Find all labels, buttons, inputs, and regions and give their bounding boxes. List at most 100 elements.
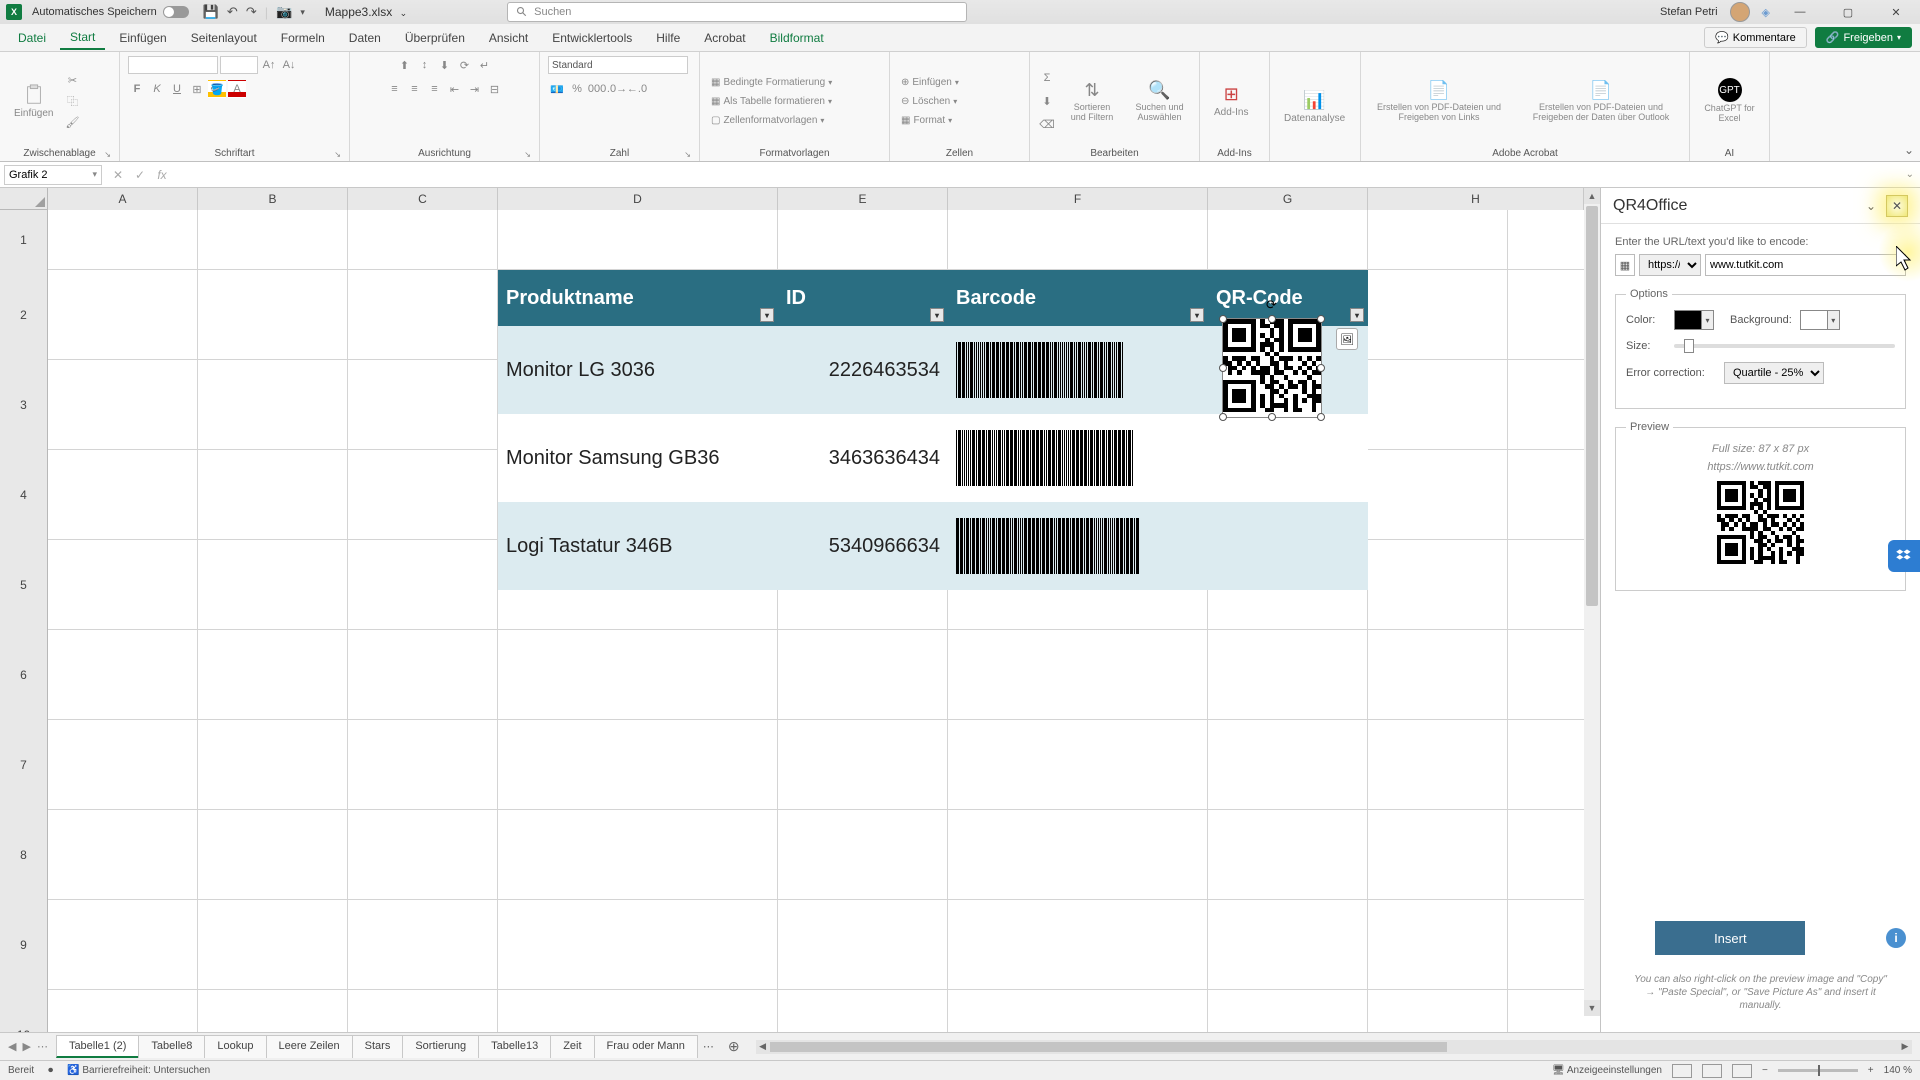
sheet-nav-prev-icon[interactable]: ◀: [8, 1040, 16, 1053]
cell[interactable]: [48, 540, 198, 630]
copy-icon[interactable]: ⿻: [63, 92, 81, 110]
sheet-nav-menu-icon[interactable]: ⋯: [37, 1040, 48, 1053]
zoom-out-icon[interactable]: −: [1762, 1065, 1768, 1076]
zoom-level[interactable]: 140 %: [1884, 1065, 1912, 1076]
protocol-select[interactable]: https://: [1639, 254, 1701, 276]
expand-formula-icon[interactable]: ⌄: [1900, 169, 1920, 180]
horizontal-scrollbar[interactable]: ◀ ▶: [756, 1040, 1912, 1054]
cell[interactable]: [198, 900, 348, 990]
tab-einfuegen[interactable]: Einfügen: [109, 27, 176, 49]
worksheet[interactable]: A B C D E F G H 12345678910 Produktname▾…: [0, 188, 1600, 1032]
cell[interactable]: [498, 810, 778, 900]
tab-bildformat[interactable]: Bildformat: [760, 27, 834, 49]
cell[interactable]: [948, 210, 1208, 270]
cell[interactable]: [1368, 630, 1508, 720]
username[interactable]: Stefan Petri: [1660, 6, 1717, 18]
cell[interactable]: [198, 450, 348, 540]
filter-icon[interactable]: ▾: [1350, 308, 1364, 322]
autosum-icon[interactable]: Σ: [1038, 69, 1056, 87]
dropbox-side-button[interactable]: [1888, 540, 1920, 572]
taskpane-dropdown-icon[interactable]: ⌄: [1860, 195, 1882, 217]
align-right-icon[interactable]: ≡: [426, 80, 444, 98]
cell[interactable]: [48, 900, 198, 990]
cell[interactable]: [948, 900, 1208, 990]
cell[interactable]: [948, 810, 1208, 900]
sheet-tab[interactable]: Frau oder Mann: [594, 1035, 698, 1058]
row-header[interactable]: 1: [0, 210, 48, 270]
cell-id[interactable]: 5340966634: [778, 502, 948, 590]
tab-formeln[interactable]: Formeln: [271, 27, 335, 49]
undo-icon[interactable]: ↶: [227, 4, 238, 20]
cell[interactable]: [48, 990, 198, 1032]
toggle-switch[interactable]: [163, 6, 189, 18]
increase-decimal-icon[interactable]: .0→: [608, 80, 626, 98]
sheet-tab[interactable]: Lookup: [204, 1035, 266, 1058]
increase-font-icon[interactable]: A↑: [260, 56, 278, 74]
tab-ansicht[interactable]: Ansicht: [479, 27, 538, 49]
merge-icon[interactable]: ⊟: [486, 80, 504, 98]
cell[interactable]: [1368, 720, 1508, 810]
cell[interactable]: [778, 900, 948, 990]
cell[interactable]: [1368, 810, 1508, 900]
col-header-H[interactable]: H: [1368, 188, 1584, 210]
bold-icon[interactable]: F: [128, 80, 146, 98]
cell[interactable]: [198, 270, 348, 360]
indent-decrease-icon[interactable]: ⇤: [446, 80, 464, 98]
tab-ueberpruefen[interactable]: Überprüfen: [395, 27, 475, 49]
cell[interactable]: [778, 210, 948, 270]
cell[interactable]: [778, 810, 948, 900]
filter-icon[interactable]: ▾: [1190, 308, 1204, 322]
cell[interactable]: [48, 810, 198, 900]
cell[interactable]: [1368, 210, 1508, 270]
orientation-icon[interactable]: ⟳: [456, 56, 474, 74]
launcher-icon[interactable]: ↘: [104, 150, 111, 159]
cell[interactable]: [48, 270, 198, 360]
data-analysis-button[interactable]: 📊 Datenanalyse: [1278, 88, 1351, 126]
col-header-A[interactable]: A: [48, 188, 198, 210]
minimize-button[interactable]: —: [1782, 2, 1818, 22]
background-picker[interactable]: ▾: [1800, 310, 1840, 330]
cell-qrcode[interactable]: [1208, 414, 1368, 502]
page-break-view-icon[interactable]: [1732, 1064, 1752, 1078]
resize-handle[interactable]: [1219, 413, 1227, 421]
find-select-button[interactable]: 🔍 Suchen und Auswählen: [1128, 78, 1191, 125]
scroll-right-icon[interactable]: ▶: [1898, 1041, 1912, 1052]
cell-produktname[interactable]: Logi Tastatur 346B: [498, 502, 778, 590]
tab-acrobat[interactable]: Acrobat: [694, 27, 755, 49]
italic-icon[interactable]: K: [148, 80, 166, 98]
table-header-barcode[interactable]: Barcode▾: [948, 270, 1208, 326]
tab-seitenlayout[interactable]: Seitenlayout: [181, 27, 267, 49]
cell[interactable]: [1368, 360, 1508, 450]
filter-icon[interactable]: ▾: [930, 308, 944, 322]
url-input[interactable]: [1705, 254, 1906, 276]
cell[interactable]: [1208, 720, 1368, 810]
cell-barcode[interactable]: [948, 414, 1208, 502]
decrease-font-icon[interactable]: A↓: [280, 56, 298, 74]
camera-icon[interactable]: 📷: [276, 4, 292, 20]
sheet-tab[interactable]: Tabelle8: [138, 1035, 205, 1058]
font-name-combo[interactable]: [128, 56, 218, 74]
accessibility-status[interactable]: ♿ Barrierefreiheit: Untersuchen: [67, 1065, 210, 1076]
display-settings-button[interactable]: 🖥 Anzeigeeinstellungen: [1552, 1065, 1662, 1076]
picture-smart-tag[interactable]: 🖼: [1336, 328, 1358, 350]
align-left-icon[interactable]: ≡: [386, 80, 404, 98]
cell[interactable]: [48, 360, 198, 450]
launcher-icon[interactable]: ↘: [524, 150, 531, 159]
taskpane-close-button[interactable]: ✕: [1886, 195, 1908, 217]
cell-produktname[interactable]: Monitor Samsung GB36: [498, 414, 778, 502]
filter-icon[interactable]: ▾: [760, 308, 774, 322]
cell[interactable]: [948, 630, 1208, 720]
page-layout-view-icon[interactable]: [1702, 1064, 1722, 1078]
sheet-tab[interactable]: Zeit: [550, 1035, 594, 1058]
pdf-links-button[interactable]: 📄 Erstellen von PDF-Dateien und Freigebe…: [1369, 78, 1509, 125]
cell[interactable]: [48, 210, 198, 270]
col-header-E[interactable]: E: [778, 188, 948, 210]
cell[interactable]: [498, 900, 778, 990]
share-button[interactable]: 🔗 Freigeben ▾: [1815, 27, 1912, 48]
name-box[interactable]: Grafik 2 ▾: [4, 165, 102, 185]
col-header-F[interactable]: F: [948, 188, 1208, 210]
tab-start[interactable]: Start: [60, 26, 105, 50]
insert-cells-button[interactable]: ⊕Einfügen▾: [898, 76, 962, 89]
formula-input[interactable]: [172, 165, 1900, 185]
cut-icon[interactable]: ✂: [63, 71, 81, 89]
